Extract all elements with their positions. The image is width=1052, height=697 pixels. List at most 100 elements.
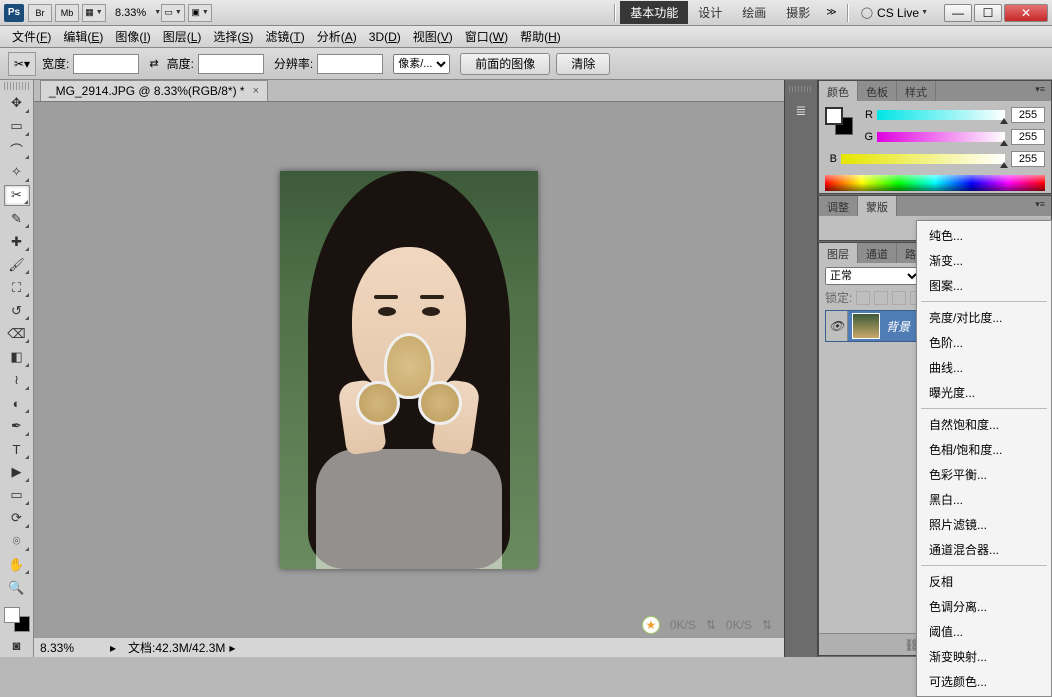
panel-grip[interactable]	[789, 86, 813, 92]
g-input[interactable]	[1011, 129, 1045, 145]
zoom-tool[interactable]: 🔍	[4, 577, 30, 598]
ctx-item[interactable]: 图案...	[917, 273, 1051, 298]
ctx-item[interactable]: 阈值...	[917, 619, 1051, 644]
tab-adjustments[interactable]: 调整	[819, 196, 858, 216]
panel-grip[interactable]	[4, 82, 29, 90]
workspace-more-icon[interactable]: ≫	[820, 7, 842, 18]
r-input[interactable]	[1011, 107, 1045, 123]
document-tab[interactable]: _MG_2914.JPG @ 8.33%(RGB/8*) * ×	[40, 80, 268, 101]
width-input[interactable]	[73, 54, 139, 74]
move-tool[interactable]: ✥	[4, 93, 30, 114]
marquee-tool[interactable]: ▭	[4, 116, 30, 137]
ctx-item[interactable]: 黑白...	[917, 487, 1051, 512]
menu-f[interactable]: 文件(F)	[6, 26, 57, 47]
bridge-button[interactable]: Br	[28, 4, 52, 22]
path-select-tool[interactable]: ▶	[4, 462, 30, 483]
arrow-icon[interactable]: ▸	[229, 641, 235, 655]
wand-tool[interactable]: ✧	[4, 162, 30, 183]
front-image-button[interactable]: 前面的图像	[460, 53, 550, 75]
tab-color[interactable]: 颜色	[819, 81, 858, 101]
tab-swatches[interactable]: 色板	[858, 81, 897, 101]
zoom-display[interactable]: 8.33%	[40, 641, 110, 655]
lock-transparent-icon[interactable]	[856, 291, 870, 305]
eyedropper-tool[interactable]: ✎	[4, 208, 30, 229]
dodge-tool[interactable]: ◐	[4, 393, 30, 414]
swap-dims-icon[interactable]: ⇄	[149, 57, 158, 70]
menu-h[interactable]: 帮助(H)	[514, 26, 567, 47]
menu-v[interactable]: 视图(V)	[407, 26, 459, 47]
color-swatches[interactable]	[4, 607, 30, 632]
ctx-item[interactable]: 反相	[917, 569, 1051, 594]
gradient-tool[interactable]: ◧	[4, 346, 30, 367]
arrow-icon[interactable]: ▸	[110, 641, 116, 655]
ctx-item[interactable]: 色阶...	[917, 330, 1051, 355]
resolution-input[interactable]	[317, 54, 383, 74]
tab-channels[interactable]: 通道	[858, 243, 897, 263]
menu-l[interactable]: 图层(L)	[157, 26, 208, 47]
minimize-button[interactable]: —	[944, 4, 972, 22]
ctx-item[interactable]: 色相/饱和度...	[917, 437, 1051, 462]
image-canvas[interactable]	[280, 171, 538, 569]
height-input[interactable]	[198, 54, 264, 74]
viewmode-button[interactable]: ▦▼	[82, 4, 106, 22]
panel-menu-icon[interactable]: ▾≡	[1029, 196, 1051, 216]
minibridge-button[interactable]: Mb	[55, 4, 79, 22]
menu-d[interactable]: 3D(D)	[363, 28, 407, 46]
ctx-item[interactable]: 曝光度...	[917, 380, 1051, 405]
unit-select[interactable]: 像素/...	[393, 54, 450, 74]
clear-button[interactable]: 清除	[556, 53, 610, 75]
history-brush-tool[interactable]: ↺	[4, 300, 30, 321]
workspace-tab-basic[interactable]: 基本功能	[620, 1, 688, 24]
ctx-item[interactable]: 照片滤镜...	[917, 512, 1051, 537]
canvas-viewport[interactable]: ★ 0K/S ⇅ 0K/S ⇅	[34, 102, 784, 637]
lock-pixels-icon[interactable]	[874, 291, 888, 305]
brush-tool[interactable]: 🖌	[4, 254, 30, 275]
maximize-button[interactable]: ☐	[974, 4, 1002, 22]
layer-thumbnail[interactable]	[852, 313, 880, 339]
visibility-toggle-icon[interactable]: 👁	[826, 311, 848, 341]
ctx-item[interactable]: 纯色...	[917, 223, 1051, 248]
3d-tool[interactable]: ⟳	[4, 508, 30, 529]
crop-tool[interactable]: ✂	[4, 185, 30, 206]
workspace-tab-photo[interactable]: 摄影	[776, 1, 820, 24]
dropdown-icon[interactable]: ▼	[154, 9, 161, 16]
ctx-item[interactable]: 渐变...	[917, 248, 1051, 273]
tab-masks[interactable]: 蒙版	[858, 196, 897, 216]
menu-a[interactable]: 分析(A)	[311, 26, 363, 47]
g-slider[interactable]	[877, 132, 1005, 142]
tab-styles[interactable]: 样式	[897, 81, 936, 101]
quickmask-toggle[interactable]: ◙	[4, 635, 30, 656]
spectrum-bar[interactable]	[825, 175, 1045, 191]
ctx-item[interactable]: 通道混合器...	[917, 537, 1051, 562]
heal-tool[interactable]: ✚	[4, 231, 30, 252]
panel-color-swatches[interactable]	[825, 107, 853, 135]
ctx-item[interactable]: 曲线...	[917, 355, 1051, 380]
ctx-item[interactable]: 自然饱和度...	[917, 412, 1051, 437]
shape-tool[interactable]: ▭	[4, 485, 30, 506]
pen-tool[interactable]: ✒	[4, 416, 30, 437]
cslive-button[interactable]: CS Live ▼	[853, 6, 936, 20]
panel-menu-icon[interactable]: ▾≡	[1029, 81, 1051, 101]
hand-tool[interactable]: ✋	[4, 554, 30, 575]
close-button[interactable]: ✕	[1004, 4, 1048, 22]
r-slider[interactable]	[877, 110, 1005, 120]
workspace-tab-painting[interactable]: 绘画	[732, 1, 776, 24]
eraser-tool[interactable]: ⌫	[4, 323, 30, 344]
lock-position-icon[interactable]	[892, 291, 906, 305]
type-tool[interactable]: T	[4, 439, 30, 460]
ctx-item[interactable]: 色调分离...	[917, 594, 1051, 619]
ctx-item[interactable]: 色彩平衡...	[917, 462, 1051, 487]
close-tab-icon[interactable]: ×	[253, 85, 259, 97]
screenmode-button[interactable]: ▣▼	[188, 4, 212, 22]
3d-camera-tool[interactable]: ⌾	[4, 531, 30, 552]
blend-mode-select[interactable]: 正常	[825, 267, 921, 285]
menu-t[interactable]: 滤镜(T)	[259, 26, 310, 47]
history-panel-icon[interactable]: ≣	[789, 100, 813, 122]
workspace-tab-design[interactable]: 设计	[688, 1, 732, 24]
arrange-button[interactable]: ▭▼	[161, 4, 185, 22]
menu-e[interactable]: 编辑(E)	[57, 26, 109, 47]
lasso-tool[interactable]: ⌒	[4, 139, 30, 160]
b-input[interactable]	[1011, 151, 1045, 167]
ctx-item[interactable]: 可选颜色...	[917, 669, 1051, 694]
menu-w[interactable]: 窗口(W)	[459, 26, 514, 47]
